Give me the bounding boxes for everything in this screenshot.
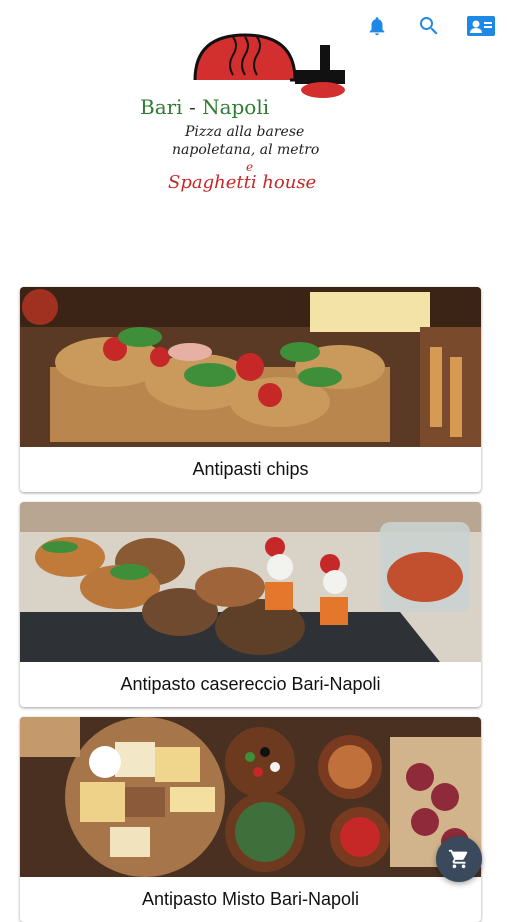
cart-button[interactable] [436, 836, 482, 882]
menu-card-antipasto-casereccio[interactable]: Antipasto casereccio Bari-Napoli [20, 502, 481, 707]
menu-card-photo [20, 502, 481, 662]
logo-title: Bari - Napoli [140, 95, 269, 119]
cart-icon [448, 849, 468, 869]
search-icon[interactable] [413, 10, 445, 42]
menu-card-photo [20, 287, 481, 447]
menu-card-antipasto-misto[interactable]: Antipasto Misto Bari-Napoli [20, 717, 481, 922]
contact-card-icon[interactable] [465, 10, 497, 42]
logo-title-bari: Bari [140, 95, 183, 119]
menu-card-label: Antipasti chips [192, 459, 309, 479]
menu-card-antipasti-chips[interactable]: Antipasti chips [20, 287, 481, 492]
top-action-bar [361, 10, 497, 42]
logo-subtitle-line2: napoletana, al metro [172, 142, 320, 158]
menu-card-label: Antipasto casereccio Bari-Napoli [120, 674, 381, 694]
menu-card-photo [20, 717, 481, 877]
logo-subtitle-spaghetti: Spaghetti house [168, 172, 317, 193]
logo-title-dash: - [188, 95, 196, 119]
bell-icon[interactable] [361, 10, 393, 42]
logo-title-napoli: Napoli [202, 95, 270, 119]
logo-subtitle-line1: Pizza alla barese [185, 124, 305, 140]
